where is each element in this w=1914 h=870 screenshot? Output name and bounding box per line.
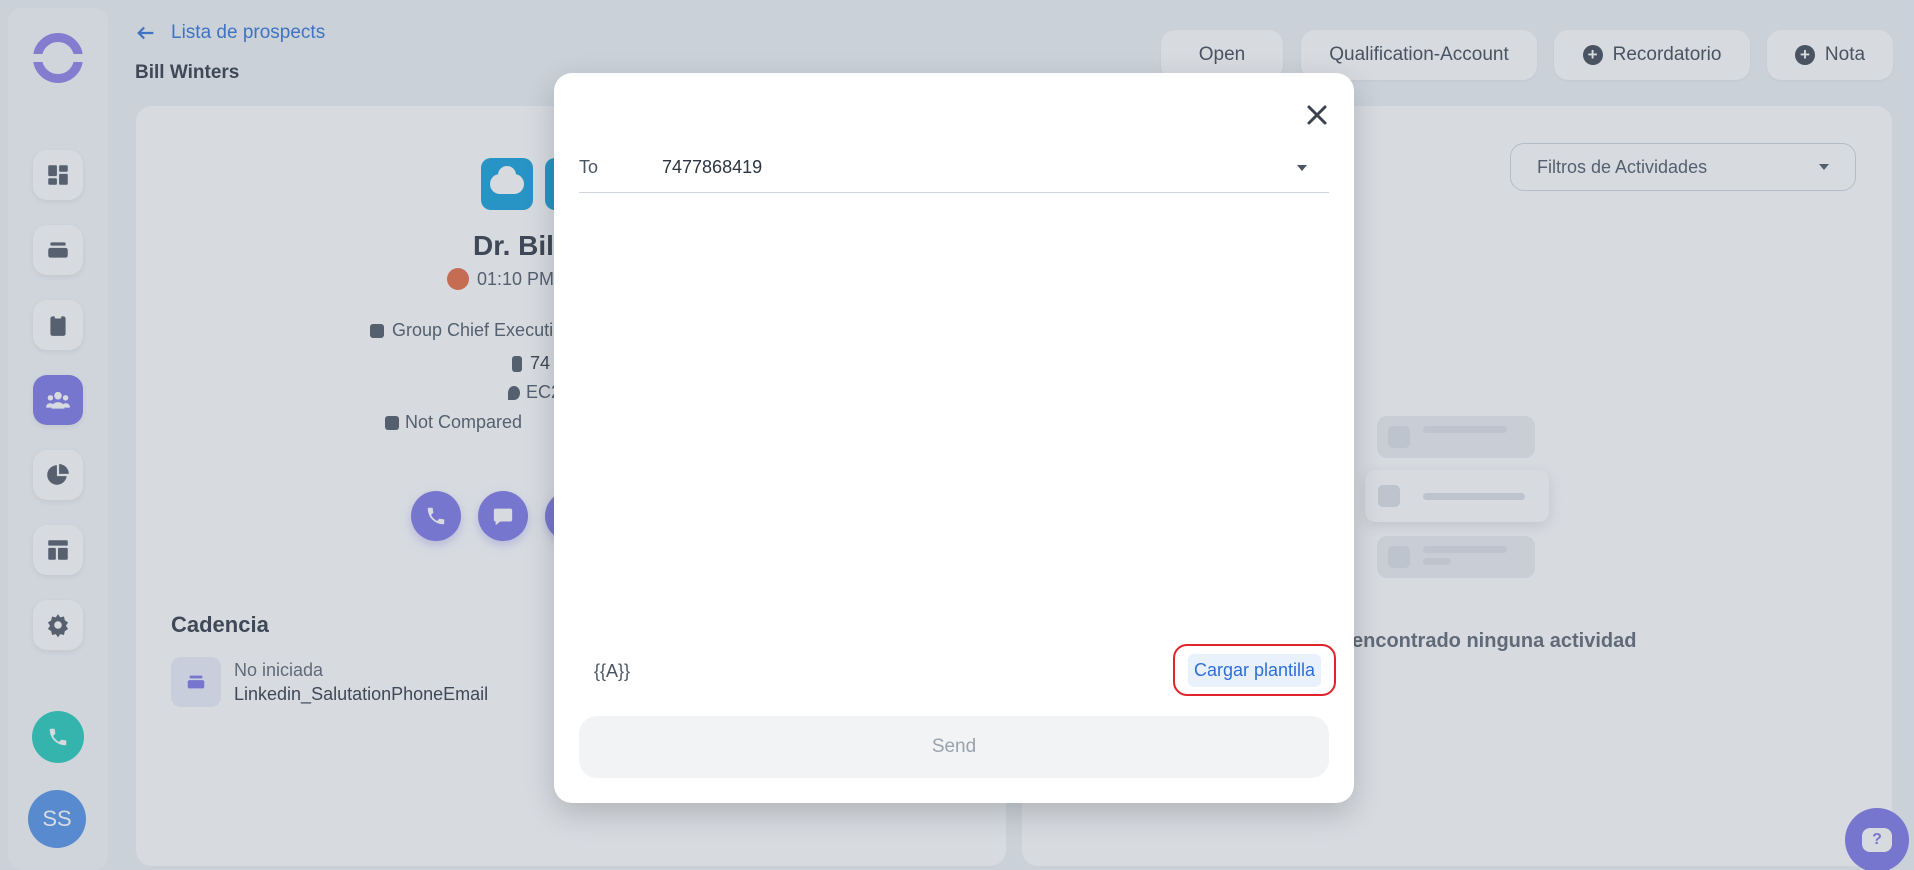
send-button-label: Send (931, 736, 977, 757)
close-button[interactable] (1299, 97, 1335, 133)
template-highlight: Cargar plantilla (1173, 644, 1336, 696)
caret-down-icon (1297, 164, 1307, 171)
insert-variable-button[interactable]: {{A}} (594, 661, 630, 682)
load-template-button[interactable]: Cargar plantilla (1187, 653, 1322, 687)
send-button[interactable]: Send (579, 716, 1329, 778)
sms-composer-modal: To 7477868419 {{A}} Cargar plantilla Sen… (554, 73, 1354, 803)
close-icon (1307, 105, 1327, 125)
recipient-value: 7477868419 (662, 157, 763, 177)
message-body-input[interactable] (579, 203, 1329, 603)
recipient-select[interactable]: To 7477868419 (579, 143, 1329, 193)
recipient-label: To (579, 157, 599, 177)
